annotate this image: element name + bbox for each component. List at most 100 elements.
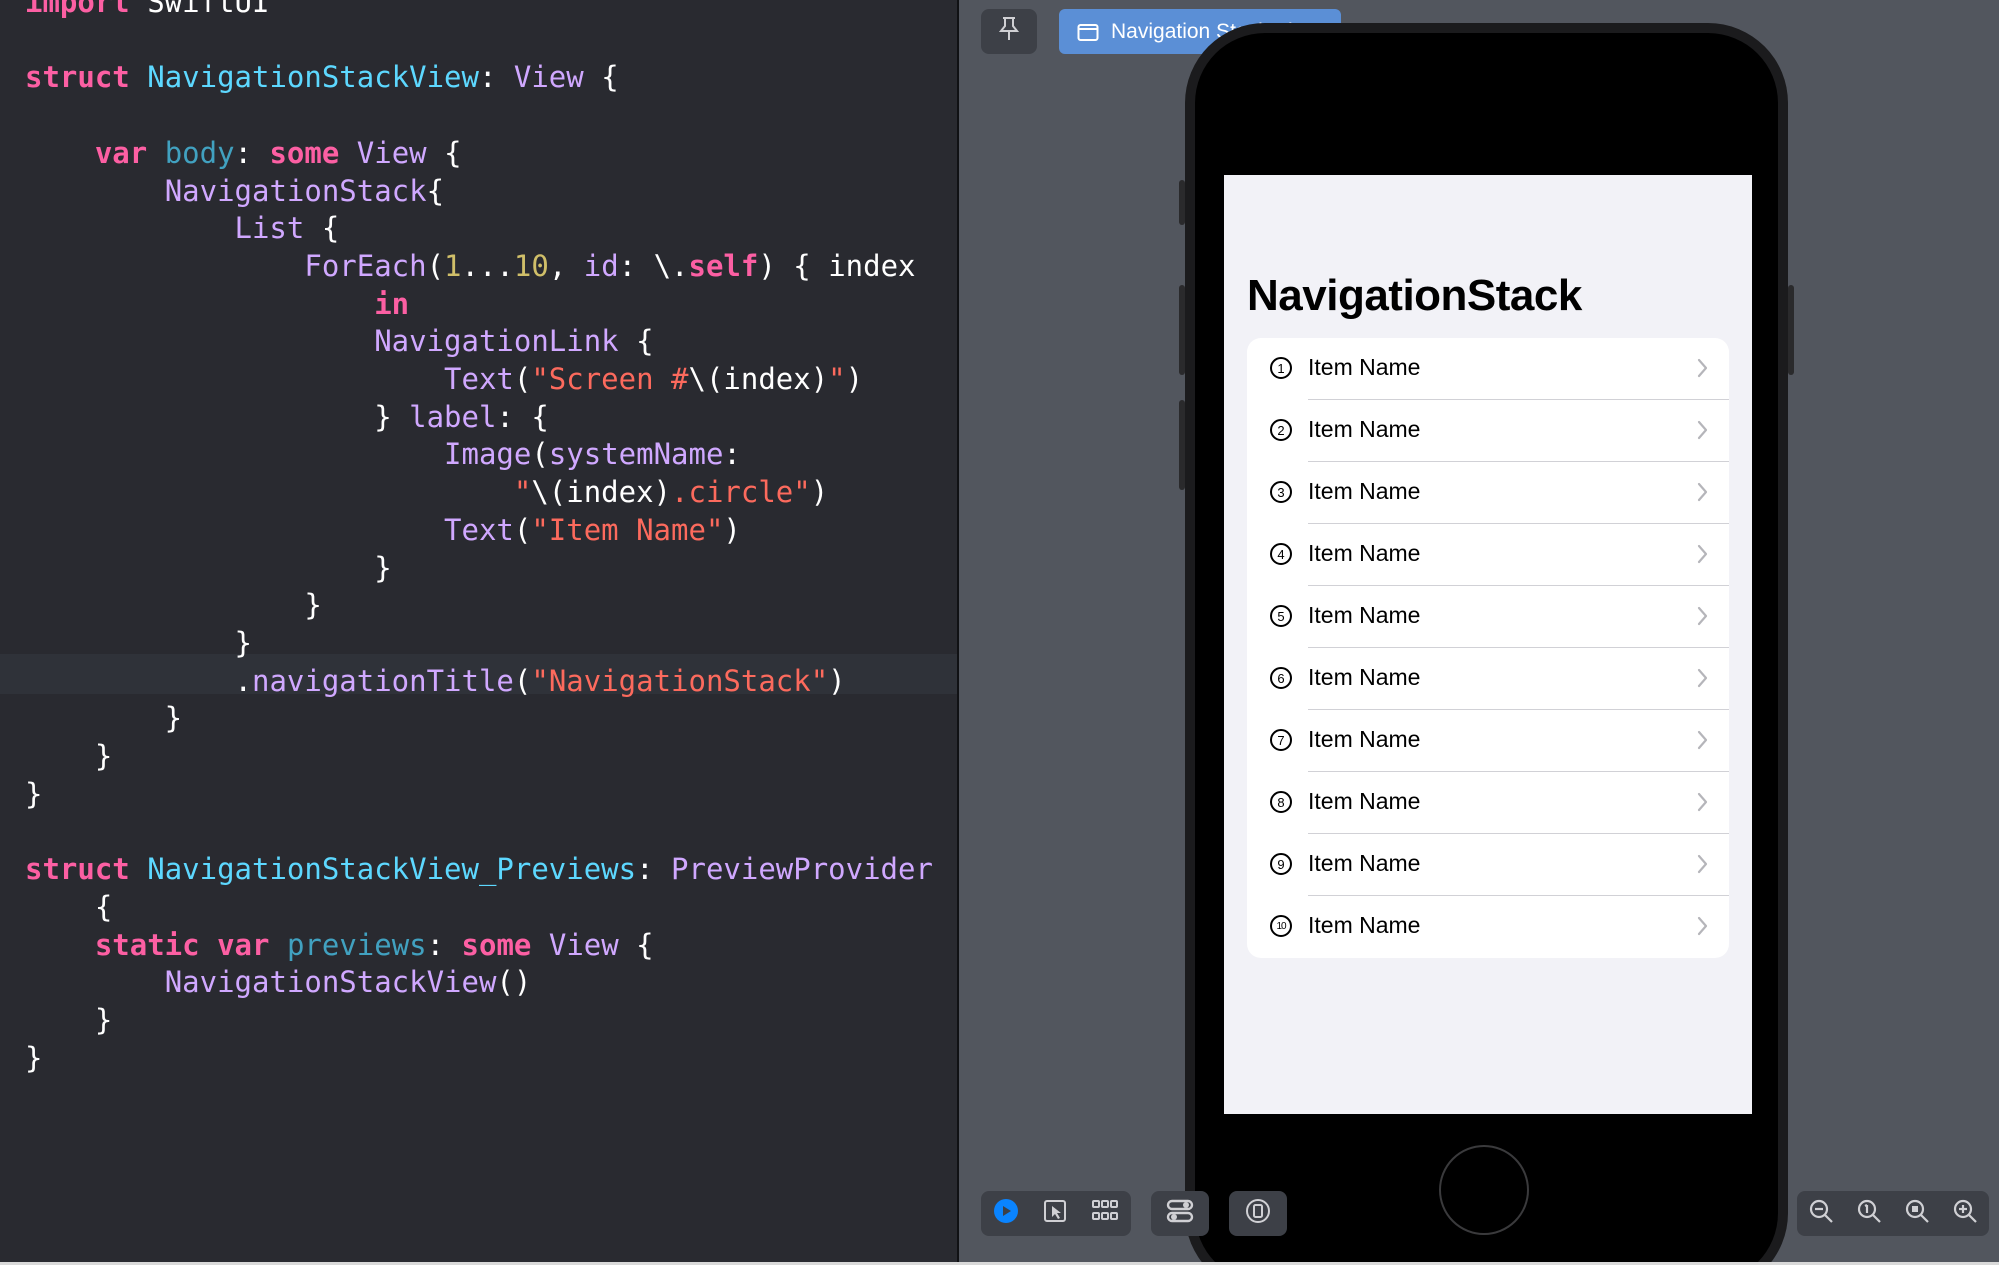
code-line[interactable]: NavigationStack{ bbox=[25, 172, 444, 210]
power-button bbox=[1788, 285, 1794, 375]
code-token: NavigationLink bbox=[374, 324, 619, 358]
list-item-label: Item Name bbox=[1308, 664, 1421, 690]
code-token: ) bbox=[828, 664, 846, 698]
code-token: ForEach bbox=[304, 249, 427, 283]
simulator-screen[interactable]: NavigationStack 1 Item Name 2 Item Name 3 Ite… bbox=[1224, 175, 1752, 1114]
code-token: \(index) bbox=[688, 362, 829, 396]
code-token: some bbox=[461, 928, 532, 962]
code-token: struct bbox=[25, 852, 130, 886]
code-token: : { bbox=[496, 400, 549, 434]
code-token: } bbox=[25, 588, 322, 622]
code-line[interactable]: List { bbox=[25, 209, 340, 247]
code-token: ) { index bbox=[758, 249, 916, 283]
list-item[interactable]: 4 Item Name bbox=[1247, 524, 1729, 586]
numbered-circle-icon: 10 bbox=[1270, 915, 1292, 937]
numbered-circle-icon: 6 bbox=[1270, 667, 1292, 689]
list-item[interactable]: 10 Item Name bbox=[1247, 896, 1729, 958]
zoom-out-icon[interactable] bbox=[1808, 1198, 1834, 1229]
code-line[interactable]: } bbox=[25, 1001, 112, 1039]
code-line[interactable]: } bbox=[25, 775, 42, 813]
code-line[interactable]: var body: some View { bbox=[25, 134, 462, 172]
code-token: View bbox=[356, 136, 427, 170]
code-token: : bbox=[478, 60, 514, 94]
zoom-to-100-icon[interactable] bbox=[1856, 1198, 1882, 1229]
list-item[interactable]: 1 Item Name bbox=[1247, 338, 1729, 400]
code-token: { bbox=[426, 136, 462, 170]
code-line[interactable]: NavigationLink { bbox=[25, 322, 653, 360]
grid-icon[interactable] bbox=[1091, 1199, 1119, 1228]
list-item-label: Item Name bbox=[1308, 912, 1421, 938]
code-token: { bbox=[304, 211, 340, 245]
chevron-right-icon bbox=[1697, 481, 1709, 508]
pin-button[interactable] bbox=[981, 9, 1037, 54]
code-line[interactable]: static var previews: some View { bbox=[25, 926, 654, 964]
chevron-right-icon bbox=[1697, 605, 1709, 632]
code-token: systemName bbox=[548, 437, 724, 471]
code-token: ... bbox=[461, 249, 514, 283]
code-token: SwiftUI bbox=[129, 0, 270, 19]
code-line[interactable]: } bbox=[25, 586, 322, 624]
list-item[interactable]: 3 Item Name bbox=[1247, 462, 1729, 524]
code-line[interactable]: struct NavigationStackView: View { bbox=[25, 58, 619, 96]
selectable-mode-icon[interactable] bbox=[1043, 1199, 1067, 1228]
zoom-controls bbox=[1797, 1191, 1989, 1236]
code-line[interactable]: Text("Item Name") bbox=[25, 511, 741, 549]
code-token: } bbox=[25, 1003, 113, 1037]
code-token: import bbox=[25, 0, 130, 19]
code-token: navigationTitle bbox=[251, 664, 514, 698]
code-line[interactable]: NavigationStackView() bbox=[25, 963, 532, 1001]
list-item[interactable]: 2 Item Name bbox=[1247, 400, 1729, 462]
code-token: ( bbox=[513, 513, 532, 547]
list-item[interactable]: 8 Item Name bbox=[1247, 772, 1729, 834]
code-line[interactable]: import SwiftUI bbox=[25, 0, 269, 21]
code-token: previews bbox=[286, 928, 427, 962]
code-token: PreviewProvider bbox=[671, 852, 933, 886]
device-settings-icon bbox=[1245, 1198, 1271, 1229]
chevron-right-icon bbox=[1697, 419, 1709, 446]
code-line[interactable]: .navigationTitle("NavigationStack") bbox=[25, 662, 846, 700]
code-line[interactable]: { bbox=[25, 888, 112, 926]
numbered-circle-icon: 5 bbox=[1270, 605, 1292, 627]
list-item[interactable]: 6 Item Name bbox=[1247, 648, 1729, 710]
zoom-in-icon[interactable] bbox=[1952, 1198, 1978, 1229]
code-line[interactable]: struct NavigationStackView_Previews: Pre… bbox=[25, 850, 933, 888]
code-line[interactable]: "\(index).circle") bbox=[25, 473, 828, 511]
list-item[interactable]: 7 Item Name bbox=[1247, 710, 1729, 772]
live-mode-icon[interactable] bbox=[993, 1198, 1019, 1229]
code-editor[interactable]: import SwiftUI struct NavigationStackView… bbox=[0, 0, 957, 1262]
code-line[interactable]: } bbox=[25, 549, 391, 587]
code-token: { bbox=[583, 60, 619, 94]
list-item-label: Item Name bbox=[1308, 850, 1421, 876]
code-line[interactable]: ForEach(1...10, id: \.self) { index bbox=[25, 247, 916, 285]
code-line[interactable]: } bbox=[25, 1039, 42, 1077]
home-button[interactable] bbox=[1439, 1145, 1529, 1235]
code-token: } bbox=[25, 701, 183, 735]
code-line[interactable]: } bbox=[25, 737, 112, 775]
code-line[interactable]: Text("Screen #\(index)") bbox=[25, 360, 863, 398]
code-line[interactable]: in bbox=[25, 285, 409, 323]
list-item-label: Item Name bbox=[1308, 602, 1421, 628]
chevron-right-icon bbox=[1697, 357, 1709, 384]
chevron-right-icon bbox=[1697, 791, 1709, 818]
code-line[interactable]: Image(systemName: bbox=[25, 435, 741, 473]
list-item[interactable]: 9 Item Name bbox=[1247, 834, 1729, 896]
code-line[interactable]: } bbox=[25, 699, 182, 737]
code-line[interactable]: } label: { bbox=[25, 398, 549, 436]
zoom-to-fit-icon[interactable] bbox=[1904, 1198, 1930, 1229]
list-item[interactable]: 5 Item Name bbox=[1247, 586, 1729, 648]
code-token: { bbox=[25, 890, 113, 924]
code-line[interactable]: } bbox=[25, 624, 252, 662]
variants-button[interactable] bbox=[1151, 1191, 1209, 1236]
code-token: body bbox=[164, 136, 235, 170]
device-settings-button[interactable] bbox=[1229, 1191, 1287, 1236]
code-token: var bbox=[94, 136, 148, 170]
code-token: NavigationStackView_Previews bbox=[147, 852, 637, 886]
